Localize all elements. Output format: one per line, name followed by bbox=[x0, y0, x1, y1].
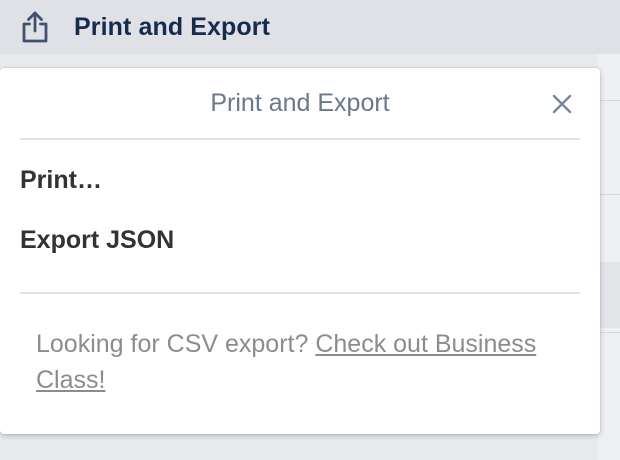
csv-export-note: Looking for CSV export? Check out Busine… bbox=[36, 326, 556, 398]
csv-export-prefix: Looking for CSV export? bbox=[36, 330, 316, 358]
print-menu-item[interactable]: Print… bbox=[20, 150, 580, 210]
popover-title: Print and Export bbox=[210, 88, 390, 117]
divider bbox=[20, 292, 580, 294]
sidebar-item-print-export[interactable]: Print and Export bbox=[0, 0, 620, 54]
export-json-menu-item[interactable]: Export JSON bbox=[20, 210, 580, 270]
close-button[interactable] bbox=[548, 90, 576, 118]
share-export-icon bbox=[20, 10, 50, 44]
header-title: Print and Export bbox=[74, 12, 271, 41]
popover-menu: Print… Export JSON bbox=[20, 150, 580, 270]
print-export-popover: Print and Export Print… Export JSON Look… bbox=[0, 68, 600, 434]
close-icon bbox=[552, 94, 572, 114]
background-board bbox=[598, 54, 620, 460]
popover-header: Print and Export bbox=[20, 68, 580, 140]
